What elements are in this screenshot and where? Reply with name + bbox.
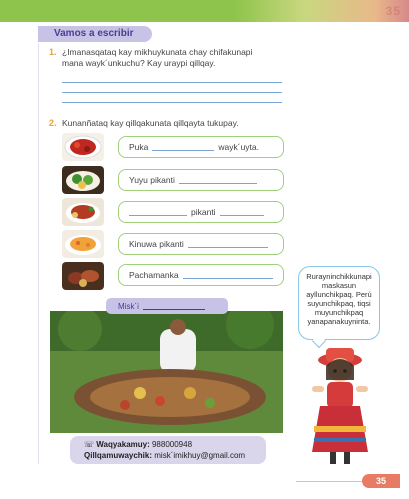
exercise-2-before: Yuyu pikanti (129, 175, 175, 185)
footer-rule (296, 481, 362, 482)
speech-line-6: yanapanakuyninta. (307, 317, 371, 326)
exercise-3-after: pikanti (191, 207, 216, 217)
exercise-3-blank-after[interactable] (219, 208, 264, 216)
pachamanca-food-image (62, 262, 104, 290)
email-label: Qillqamuwaychik: (84, 451, 153, 460)
exercise-4-box[interactable]: Kinuwa pikanti (118, 233, 284, 255)
answer-line-3[interactable] (62, 102, 282, 103)
speech-line-3: ayllunchikpaq. Perú (306, 290, 372, 299)
section-title: Vamos a escribir (38, 26, 152, 42)
vegetable-food-image (62, 166, 104, 194)
exercise-1-box[interactable]: Puka wayk´uyta. (118, 136, 284, 158)
exercise-5-before: Pachamanka (129, 270, 179, 280)
question-1-line-1: ¿Imanasqataq kay mikhuykunata chay chifa… (62, 47, 253, 57)
corner-page-mark: 35 (385, 4, 401, 18)
speech-line-5: muyunchikpaq (314, 308, 364, 317)
exercise-5-blank[interactable] (182, 271, 273, 279)
question-1-line-2: mana wayk´unkuchu? Kay uraypi qillqay. (62, 58, 216, 68)
exercise-1-after: wayk´uyta. (218, 142, 259, 152)
speech-line-4: suyunchikpaq, tiqsi (307, 299, 371, 308)
exercise-1-blank[interactable] (152, 143, 215, 151)
phone-value[interactable]: 988000948 (152, 440, 192, 449)
answer-line-2[interactable] (62, 92, 282, 93)
phone-icon: ☏ (84, 440, 95, 449)
speech-line-1: Rurayninchikkunapi (306, 272, 372, 281)
email-value[interactable]: misk´imikhuy@gmail.com (154, 451, 245, 460)
answer-line-1[interactable] (62, 82, 282, 83)
exercise-5-box[interactable]: Pachamanka (118, 264, 284, 286)
left-rule (38, 44, 39, 464)
question-2-text: Kunanñataq kay qillqakunata qillqayta tu… (62, 118, 239, 128)
exercise-1-before: Puka (129, 142, 149, 152)
speech-line-2: maskasun (321, 281, 357, 290)
photo-caption-box[interactable]: Misk´i (106, 298, 228, 314)
question-1-number: 1. (49, 47, 57, 57)
exercise-3-box[interactable]: pikanti (118, 201, 284, 223)
girl-illustration (300, 340, 380, 470)
page-number: 35 (362, 474, 400, 488)
meat-food-image (62, 198, 104, 226)
exercise-2-box[interactable]: Yuyu pikanti (118, 169, 284, 191)
contact-box: ☏ Waqyakamuy: 988000948 Qillqamuwaychik:… (70, 436, 266, 464)
speech-bubble: Rurayninchikkunapi maskasun ayllunchikpa… (298, 266, 380, 340)
question-2-number: 2. (49, 118, 57, 128)
phone-label: Waqyakamuy: (96, 440, 150, 449)
exercise-4-before: Kinuwa pikanti (129, 239, 184, 249)
photo-caption-label: Misk´i (118, 301, 139, 311)
pachamanca-photo (50, 311, 283, 433)
exercise-4-blank[interactable] (187, 240, 268, 248)
photo-caption-blank[interactable] (142, 302, 205, 310)
chili-food-image (62, 133, 104, 161)
exercise-3-blank-before[interactable] (129, 208, 187, 216)
quinoa-food-image (62, 230, 104, 258)
exercise-2-blank[interactable] (178, 176, 257, 184)
header-decoration (235, 0, 409, 22)
